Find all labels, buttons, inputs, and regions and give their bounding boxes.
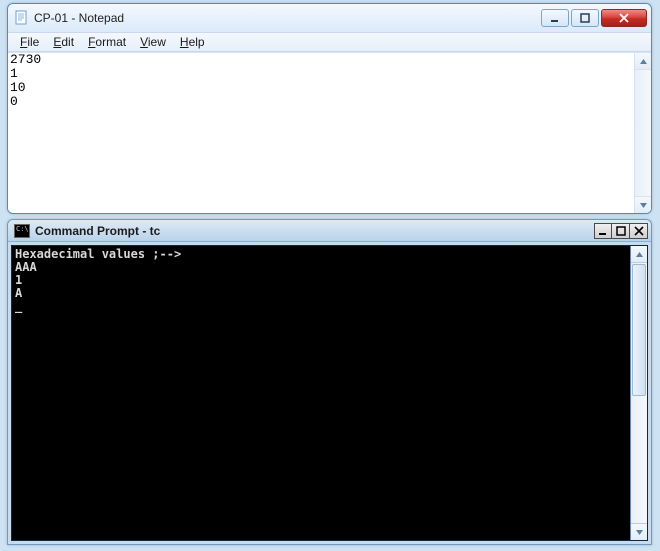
menu-edit[interactable]: Edit: [47, 34, 80, 50]
command-prompt-title: Command Prompt - tc: [35, 224, 594, 238]
notepad-titlebar[interactable]: CP-01 - Notepad: [8, 4, 651, 32]
command-prompt-client: Hexadecimal values ;--> AAA 1 A _: [11, 245, 648, 541]
scrollbar-thumb[interactable]: [632, 264, 646, 396]
command-prompt-window-controls: [594, 223, 648, 239]
scroll-down-arrow-icon[interactable]: [635, 196, 651, 213]
minimize-button[interactable]: [541, 9, 569, 27]
notepad-window-controls: [541, 9, 647, 27]
close-button[interactable]: [601, 9, 647, 27]
command-prompt-output[interactable]: Hexadecimal values ;--> AAA 1 A _: [12, 246, 630, 540]
notepad-title: CP-01 - Notepad: [34, 11, 541, 25]
command-prompt-vertical-scrollbar[interactable]: [630, 246, 647, 540]
maximize-button[interactable]: [571, 9, 599, 27]
menu-help[interactable]: Help: [174, 34, 211, 50]
notepad-app-icon: [14, 10, 30, 26]
menu-format[interactable]: Format: [82, 34, 132, 50]
command-prompt-app-icon: [14, 224, 30, 238]
scroll-up-arrow-icon[interactable]: [631, 246, 647, 263]
notepad-textarea[interactable]: 2730 1 10 0: [8, 53, 634, 213]
command-prompt-window: Command Prompt - tc Hexadecimal values ;…: [7, 219, 652, 545]
notepad-vertical-scrollbar[interactable]: [634, 53, 651, 213]
minimize-button[interactable]: [594, 223, 612, 239]
menu-file[interactable]: File: [14, 34, 45, 50]
menu-view[interactable]: View: [134, 34, 172, 50]
maximize-button[interactable]: [612, 223, 630, 239]
command-prompt-titlebar[interactable]: Command Prompt - tc: [8, 220, 651, 242]
notepad-window: CP-01 - Notepad File Edit Format View He…: [7, 3, 652, 214]
scroll-down-arrow-icon[interactable]: [631, 523, 647, 540]
close-button[interactable]: [630, 223, 648, 239]
notepad-menubar: File Edit Format View Help: [8, 32, 651, 52]
notepad-body: 2730 1 10 0: [8, 52, 651, 213]
scroll-up-arrow-icon[interactable]: [635, 53, 651, 70]
